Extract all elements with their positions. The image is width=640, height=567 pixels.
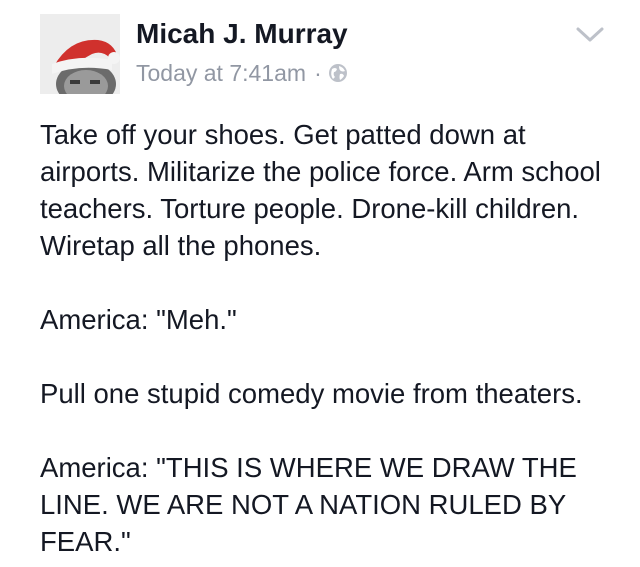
post-timestamp[interactable]: Today at 7:41am bbox=[136, 60, 306, 87]
facebook-post: Micah J. Murray Today at 7:41am · Take o… bbox=[0, 0, 640, 567]
post-paragraph: America: "THIS IS WHERE WE DRAW THE LINE… bbox=[40, 452, 577, 557]
chevron-down-icon[interactable] bbox=[575, 25, 605, 45]
meta-separator: · bbox=[314, 59, 322, 86]
post-paragraph: America: "Meh." bbox=[40, 304, 237, 335]
author-name[interactable]: Micah J. Murray bbox=[136, 17, 348, 51]
post-meta: Today at 7:41am · bbox=[136, 56, 348, 90]
avatar[interactable] bbox=[40, 14, 120, 94]
post-paragraph: Pull one stupid comedy movie from theate… bbox=[40, 378, 583, 409]
avatar-image bbox=[40, 14, 120, 94]
globe-icon[interactable] bbox=[328, 63, 348, 83]
post-paragraph: Take off your shoes. Get patted down at … bbox=[40, 119, 601, 261]
post-body: Take off your shoes. Get patted down at … bbox=[40, 116, 620, 560]
